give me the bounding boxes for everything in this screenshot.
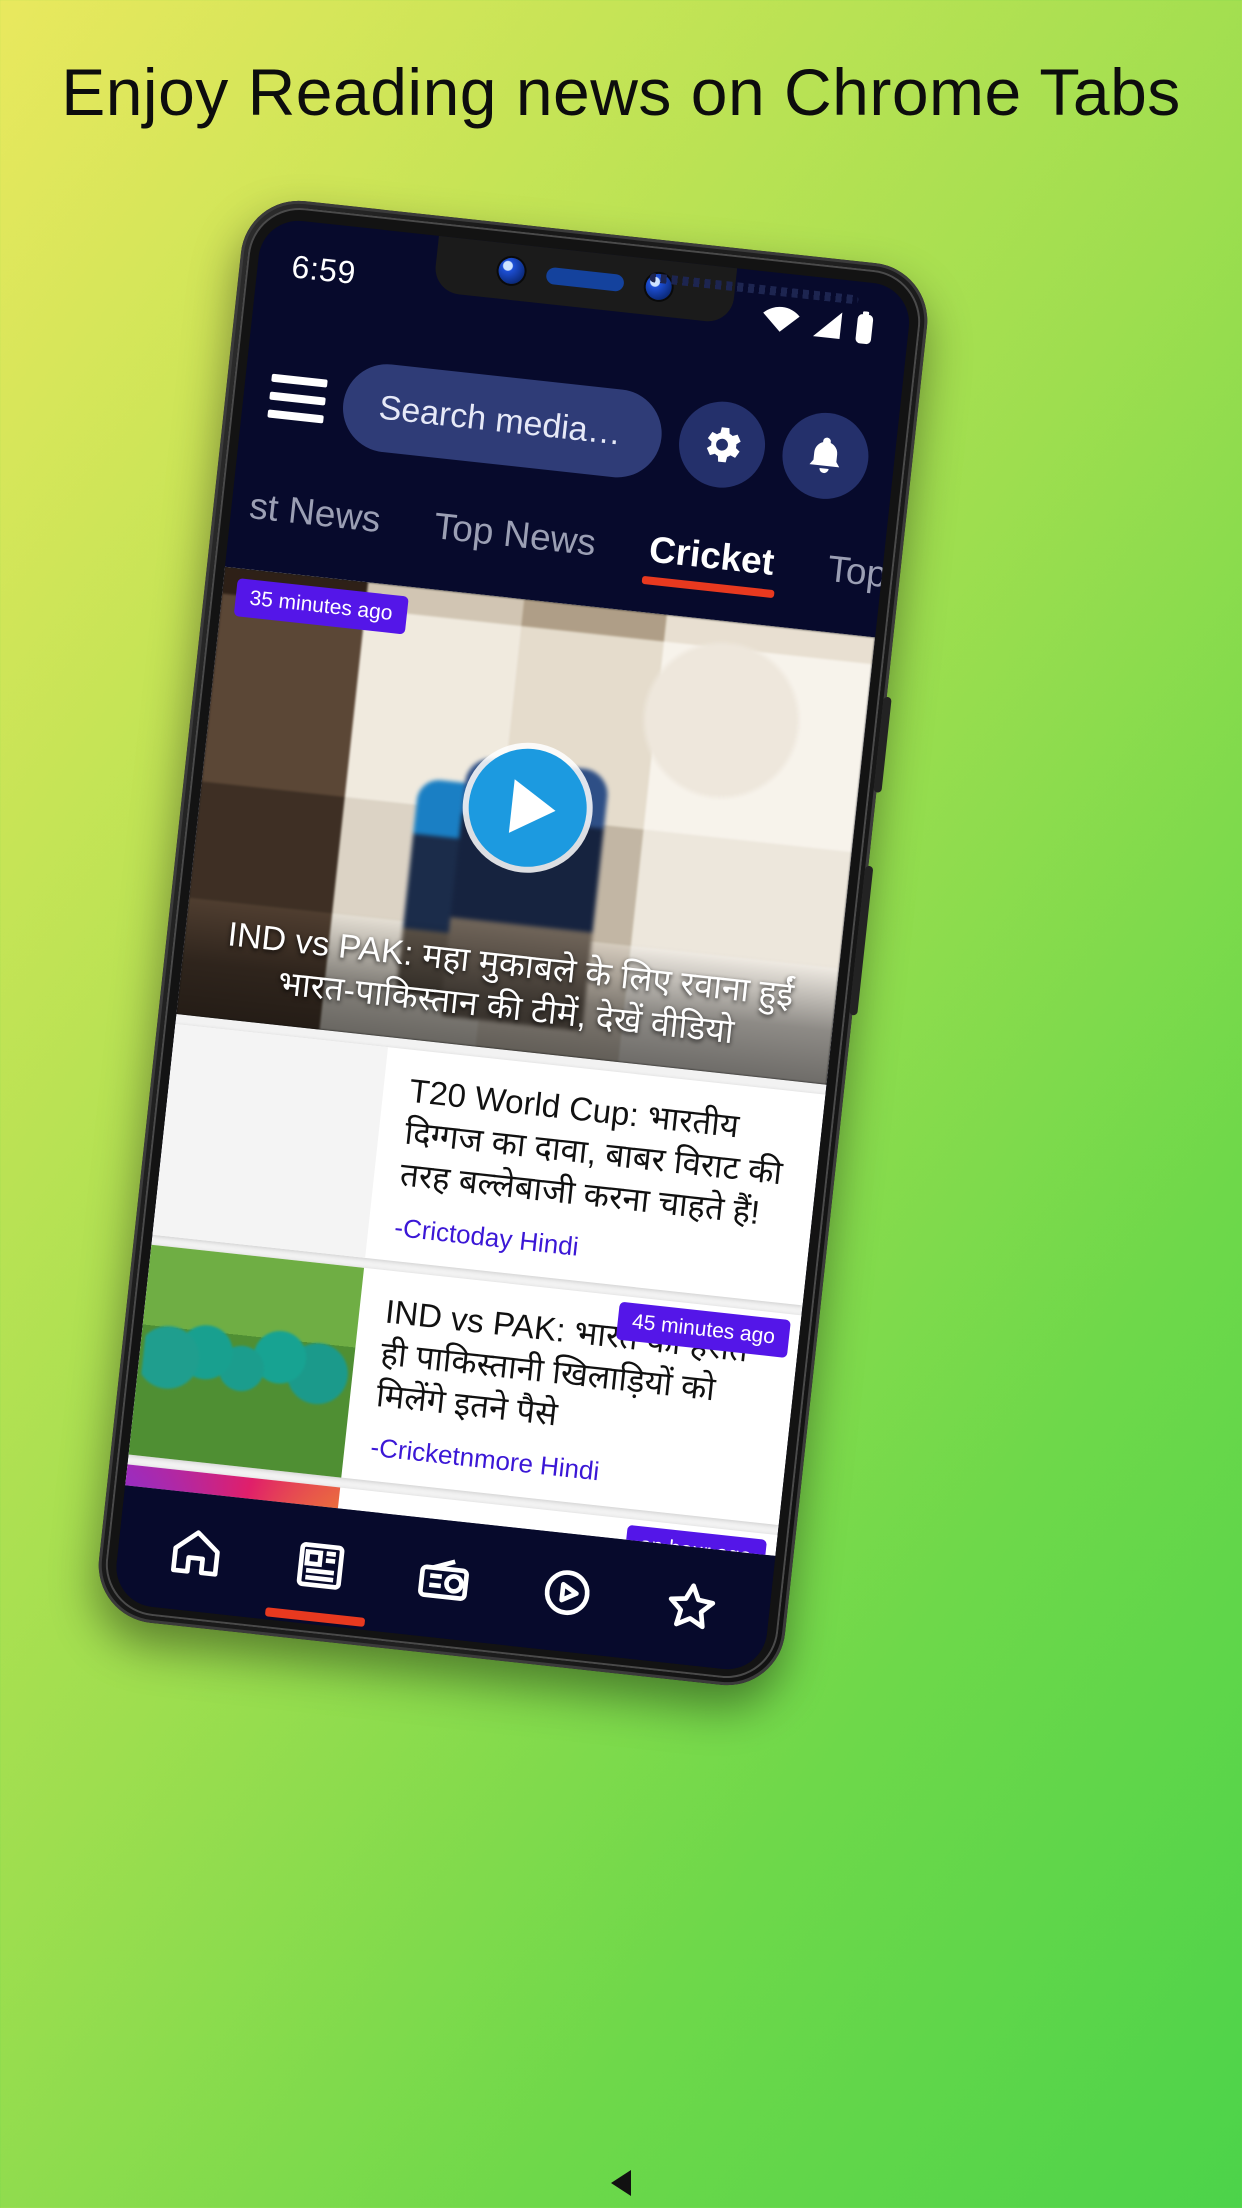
status-clock: 6:59 — [289, 247, 358, 291]
nav-favorites[interactable] — [643, 1558, 740, 1655]
bell-icon — [809, 437, 840, 474]
star-icon — [668, 1583, 715, 1630]
home-icon — [171, 1530, 220, 1577]
gear-icon — [706, 427, 741, 463]
search-placeholder: Search media Here — [377, 388, 628, 454]
hero-video-card[interactable]: 35 minutes ago IND vs PAK: महा मुकाबले क… — [176, 566, 876, 1085]
hamburger-menu-icon[interactable] — [267, 373, 328, 424]
article-thumbnail — [152, 1023, 389, 1258]
nav-home[interactable] — [148, 1504, 245, 1601]
status-icons — [759, 300, 876, 346]
newspaper-icon — [296, 1541, 345, 1590]
article-headline: T20 World Cup: भारतीय दिग्गज का दावा, बा… — [398, 1071, 785, 1232]
nav-radio[interactable] — [395, 1531, 492, 1628]
tab-cricket[interactable]: Cricket — [641, 522, 781, 602]
hamburger-bar — [271, 373, 328, 388]
phone-mockup: 6:59 Search media Here st News Top News … — [92, 194, 934, 1692]
nav-video[interactable] — [519, 1544, 616, 1641]
article-thumbnail — [128, 1244, 365, 1478]
nav-news[interactable] — [272, 1517, 369, 1614]
signal-icon — [812, 312, 843, 340]
search-input[interactable]: Search media Here — [338, 359, 667, 482]
article-body: IND vs PAK: भारत को हराते ही पाकिस्तानी … — [341, 1268, 801, 1526]
back-icon[interactable] — [611, 2170, 631, 2196]
page-title: Enjoy Reading news on Chrome Tabs — [61, 55, 1181, 129]
system-navigation-bar — [0, 2156, 1242, 2208]
notifications-button[interactable] — [778, 408, 873, 504]
radio-icon — [418, 1559, 469, 1601]
hamburger-bar — [269, 391, 326, 406]
battery-icon — [855, 311, 874, 345]
video-play-icon — [545, 1570, 590, 1616]
wifi-icon — [763, 306, 800, 332]
tab-top-stories[interactable]: Top stories — [820, 542, 885, 628]
news-feed[interactable]: 35 minutes ago IND vs PAK: महा मुकाबले क… — [125, 566, 876, 1556]
settings-button[interactable] — [674, 397, 770, 493]
hamburger-bar — [267, 409, 324, 424]
tab-latest-news[interactable]: st News — [241, 479, 387, 560]
article-body: T20 World Cup: भारतीय दिग्गज का दावा, बा… — [365, 1047, 825, 1305]
